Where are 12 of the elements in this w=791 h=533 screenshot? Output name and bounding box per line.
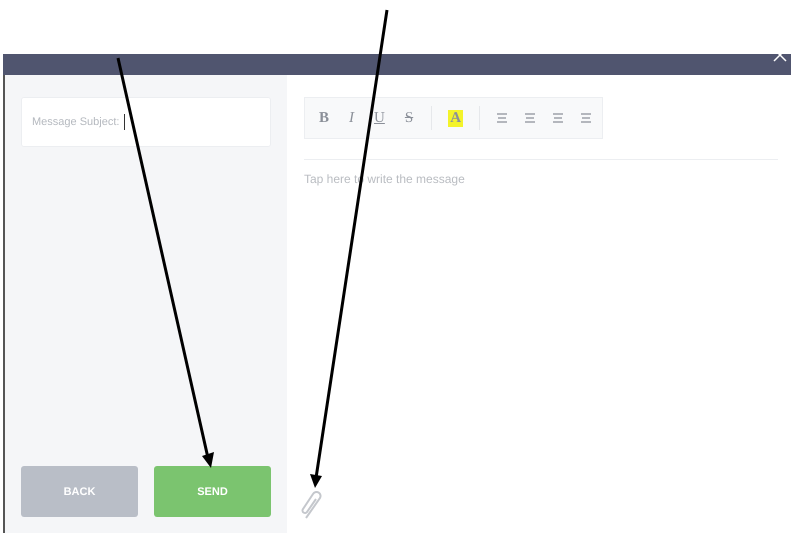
subject-field[interactable]: Message Subject: (21, 97, 271, 147)
bold-button[interactable]: B (317, 110, 332, 126)
back-button[interactable]: BACK (21, 466, 138, 517)
underline-button[interactable]: U (372, 110, 387, 126)
italic-button[interactable]: I (347, 110, 356, 126)
strike-button[interactable]: S (402, 110, 416, 126)
align-icon[interactable] (580, 113, 592, 123)
send-button[interactable]: SEND (154, 466, 271, 517)
align-icon[interactable] (496, 113, 508, 123)
align-icon[interactable] (552, 113, 564, 123)
align-icon[interactable] (524, 113, 536, 123)
highlight-button[interactable]: A (448, 110, 464, 126)
